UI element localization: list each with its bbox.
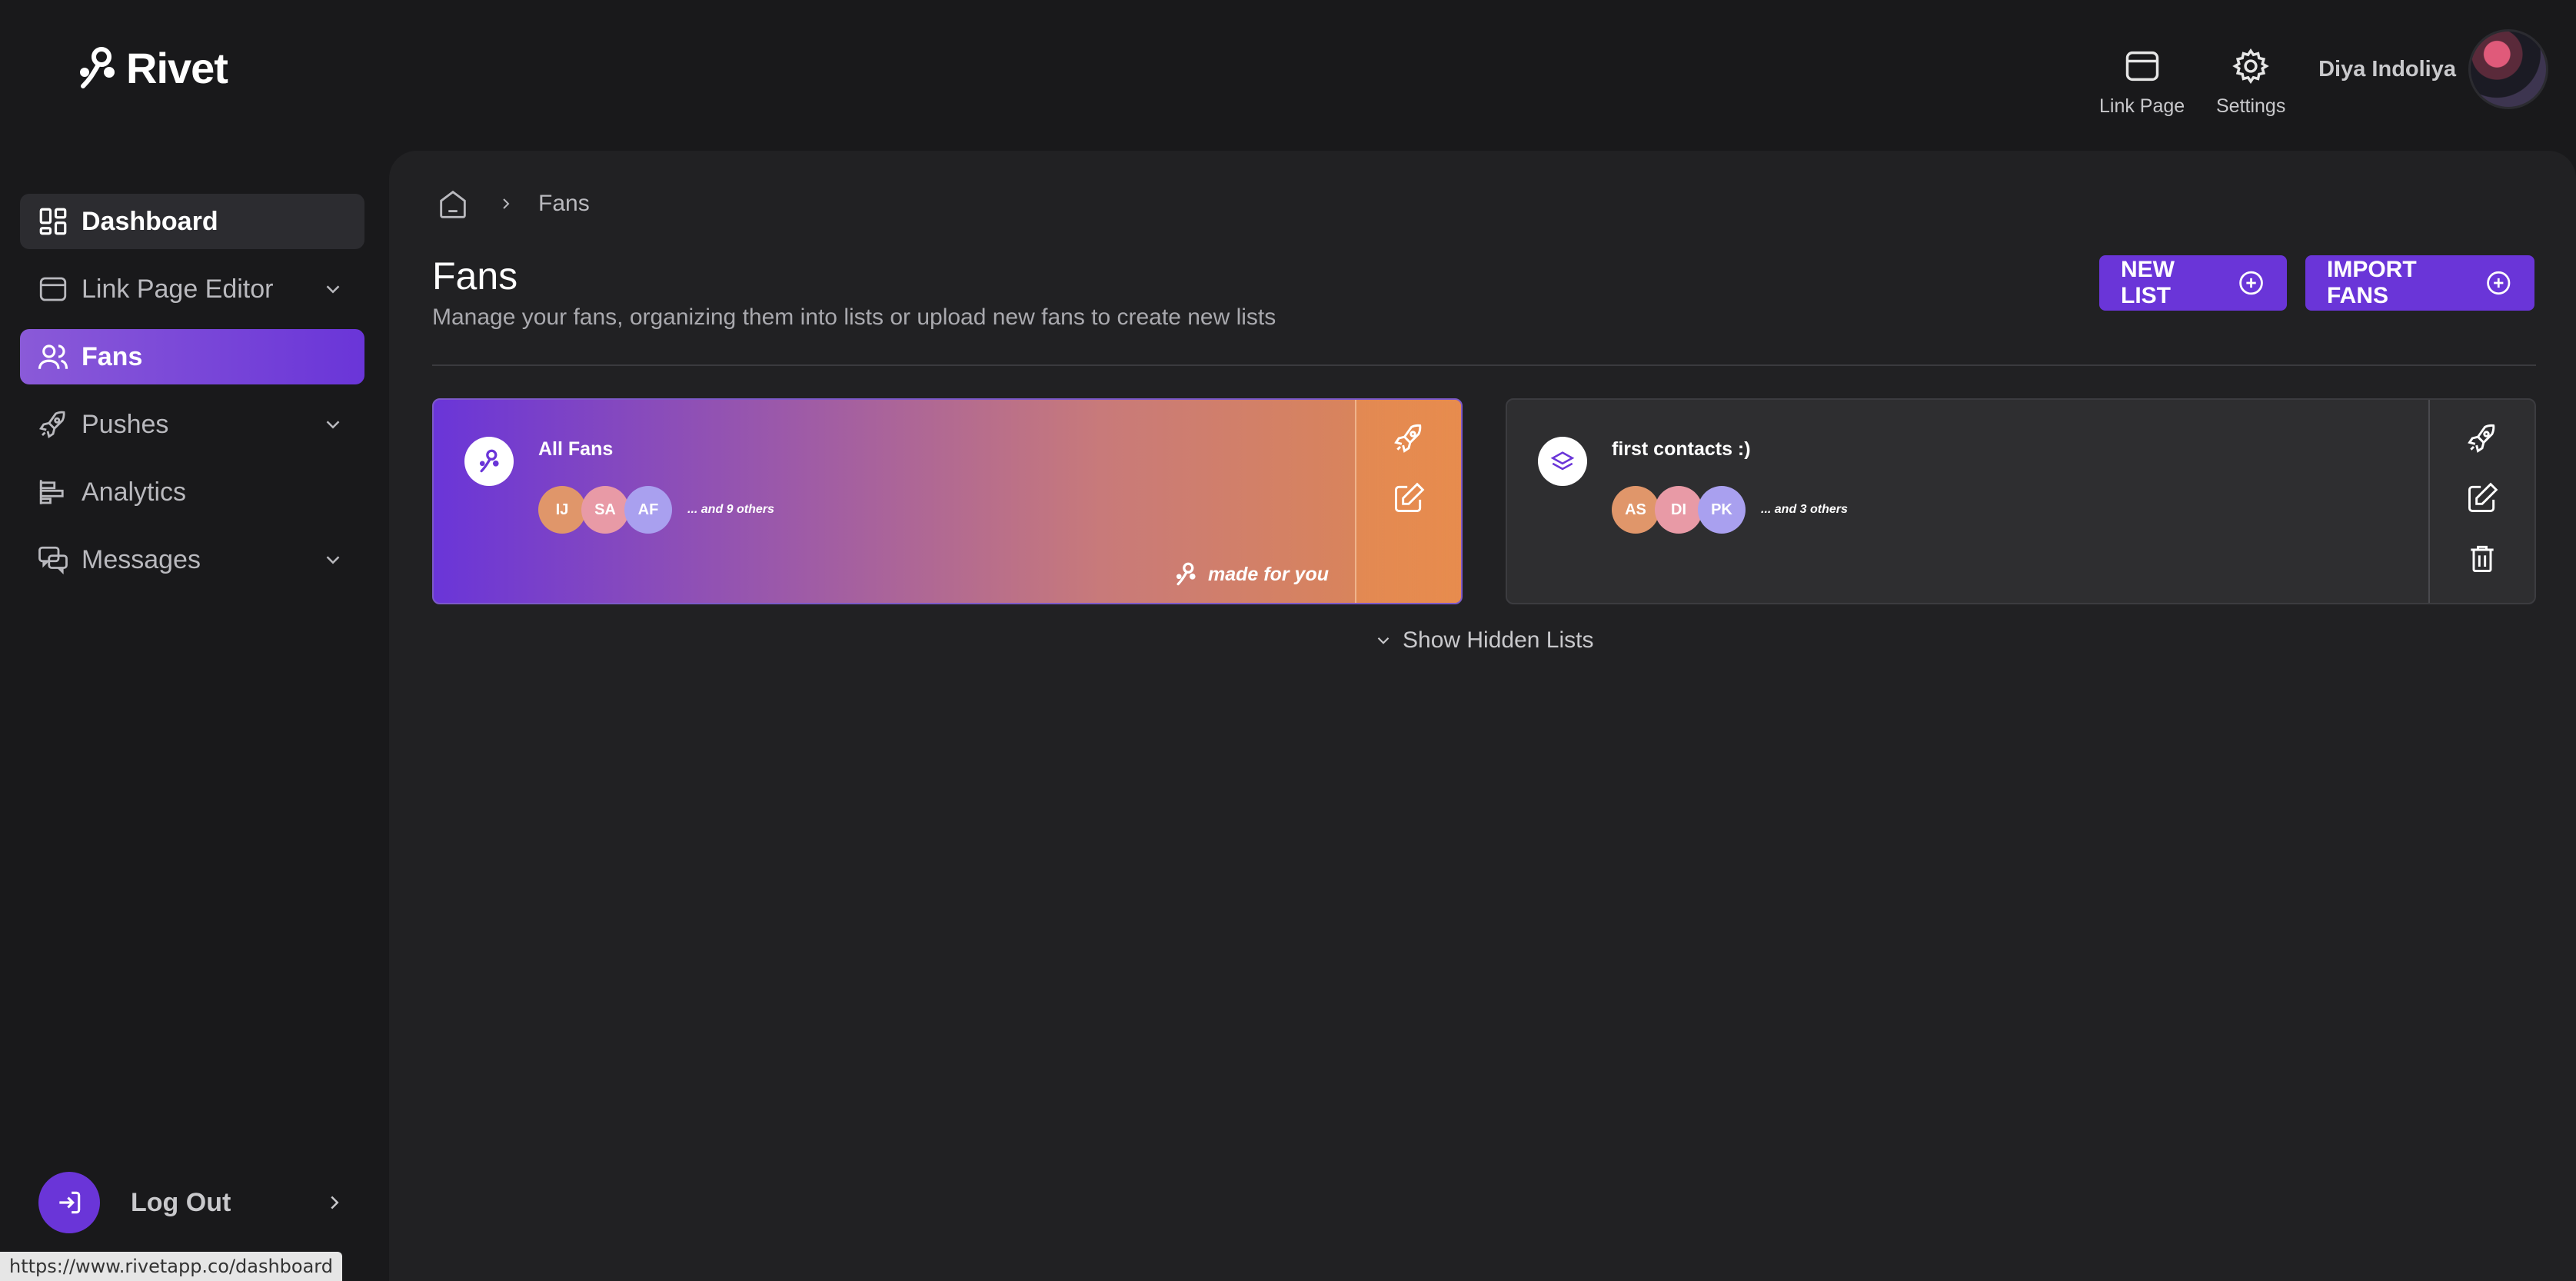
rivet-logo-icon [1176,562,1196,586]
rivet-logo-icon [479,449,499,473]
home-icon[interactable] [435,186,471,221]
app-logo[interactable]: Rivet [75,43,228,93]
edit-icon[interactable] [1392,481,1426,515]
breadcrumb-current: Fans [538,191,590,216]
made-for-you-label: made for you [1208,563,1329,585]
plus-circle-icon [2487,271,2511,295]
layers-icon [1550,451,1575,471]
fan-avatar: AF [624,486,672,534]
link-page-button[interactable]: Link Page [2099,46,2185,118]
sidebar-item-analytics[interactable]: Analytics [20,464,364,520]
import-fans-label: IMPORT FANS [2327,257,2417,308]
sidebar-item-label: Link Page Editor [82,274,274,304]
user-menu[interactable]: Diya Indoliya [2318,29,2548,109]
list-icon-circle [464,437,514,486]
rivet-logo-icon [80,46,115,88]
page-subtitle: Manage your fans, organizing them into l… [432,304,1276,330]
window-icon [2125,51,2158,82]
sidebar: Dashboard Link Page Editor Fans Pushes A… [20,194,364,600]
list-title: All Fans [538,438,614,460]
sidebar-item-label: Pushes [82,409,169,439]
divider [432,364,2536,366]
rocket-icon[interactable] [1392,421,1426,455]
status-bar-url: https://www.rivetapp.co/dashboard [0,1252,342,1281]
app-name: Rivet [126,44,228,92]
new-list-label: NEW LIST [2121,257,2175,308]
made-for-you-badge: made for you [1173,561,1329,587]
sidebar-item-dashboard[interactable]: Dashboard [20,194,364,249]
new-list-button[interactable]: NEW LIST [2099,255,2287,311]
chevron-down-icon[interactable] [321,413,344,436]
list-title: first contacts :) [1612,438,1751,460]
chevron-right-icon [331,1196,339,1209]
sidebar-item-label: Messages [82,544,201,574]
others-count: ... and 9 others [687,503,774,516]
edit-icon[interactable] [2465,481,2499,515]
fan-avatar: SA [581,486,629,534]
chevron-down-icon[interactable] [321,548,344,571]
list-card-first-contacts[interactable]: first contacts :) AS DI PK ... and 3 oth… [1506,398,2536,604]
plus-circle-icon [2239,271,2263,295]
others-count: ... and 3 others [1761,503,1848,516]
users-icon [38,344,68,369]
sidebar-item-label: Dashboard [82,206,218,236]
list-actions [1355,400,1461,603]
sidebar-item-pushes[interactable]: Pushes [20,397,364,452]
sidebar-item-link-page-editor[interactable]: Link Page Editor [20,261,364,317]
rocket-icon [38,411,65,439]
breadcrumb: Fans [435,186,590,221]
fan-avatar: AS [1612,486,1659,534]
import-fans-button[interactable]: IMPORT FANS [2305,255,2534,311]
fan-avatars: IJ SA AF ... and 9 others [538,486,774,534]
chevron-down-icon [1377,637,1390,644]
avatar[interactable] [2468,29,2548,109]
show-hidden-lists-label: Show Hidden Lists [1403,627,1594,653]
fan-avatars: AS DI PK ... and 3 others [1612,486,1848,534]
sidebar-item-messages[interactable]: Messages [20,532,364,587]
login-icon [59,1191,81,1214]
settings-label: Settings [2216,95,2286,117]
grid-icon [39,208,67,235]
settings-button[interactable]: Settings [2216,46,2285,118]
sidebar-item-label: Fans [82,341,143,371]
list-icon-circle [1538,437,1587,486]
list-card-all-fans[interactable]: All Fans IJ SA AF ... and 9 others made … [432,398,1463,604]
rocket-icon[interactable] [2465,421,2499,455]
sidebar-item-label: Analytics [82,477,187,507]
link-page-label: Link Page [2099,95,2185,117]
bar-chart-icon [39,480,64,504]
fan-avatar: DI [1655,486,1702,534]
list-actions [2428,400,2534,603]
logout-icon-circle [38,1172,100,1233]
main-panel: Fans Fans Manage your fans, organizing t… [389,151,2576,1281]
show-hidden-lists-toggle[interactable]: Show Hidden Lists [1373,627,1593,654]
window-icon [39,277,67,301]
chat-icon [38,546,68,575]
sidebar-item-fans[interactable]: Fans [20,329,364,384]
fan-avatar: PK [1698,486,1746,534]
logout-label: Log Out [131,1187,231,1217]
user-name: Diya Indoliya [2318,56,2456,82]
page-title: Fans [432,255,518,298]
chevron-right-icon [503,198,510,209]
chevron-down-icon[interactable] [321,278,344,301]
gear-icon [2232,48,2269,85]
fan-avatar: IJ [538,486,586,534]
trash-icon[interactable] [2465,541,2499,575]
logout-button[interactable]: Log Out [38,1172,346,1233]
